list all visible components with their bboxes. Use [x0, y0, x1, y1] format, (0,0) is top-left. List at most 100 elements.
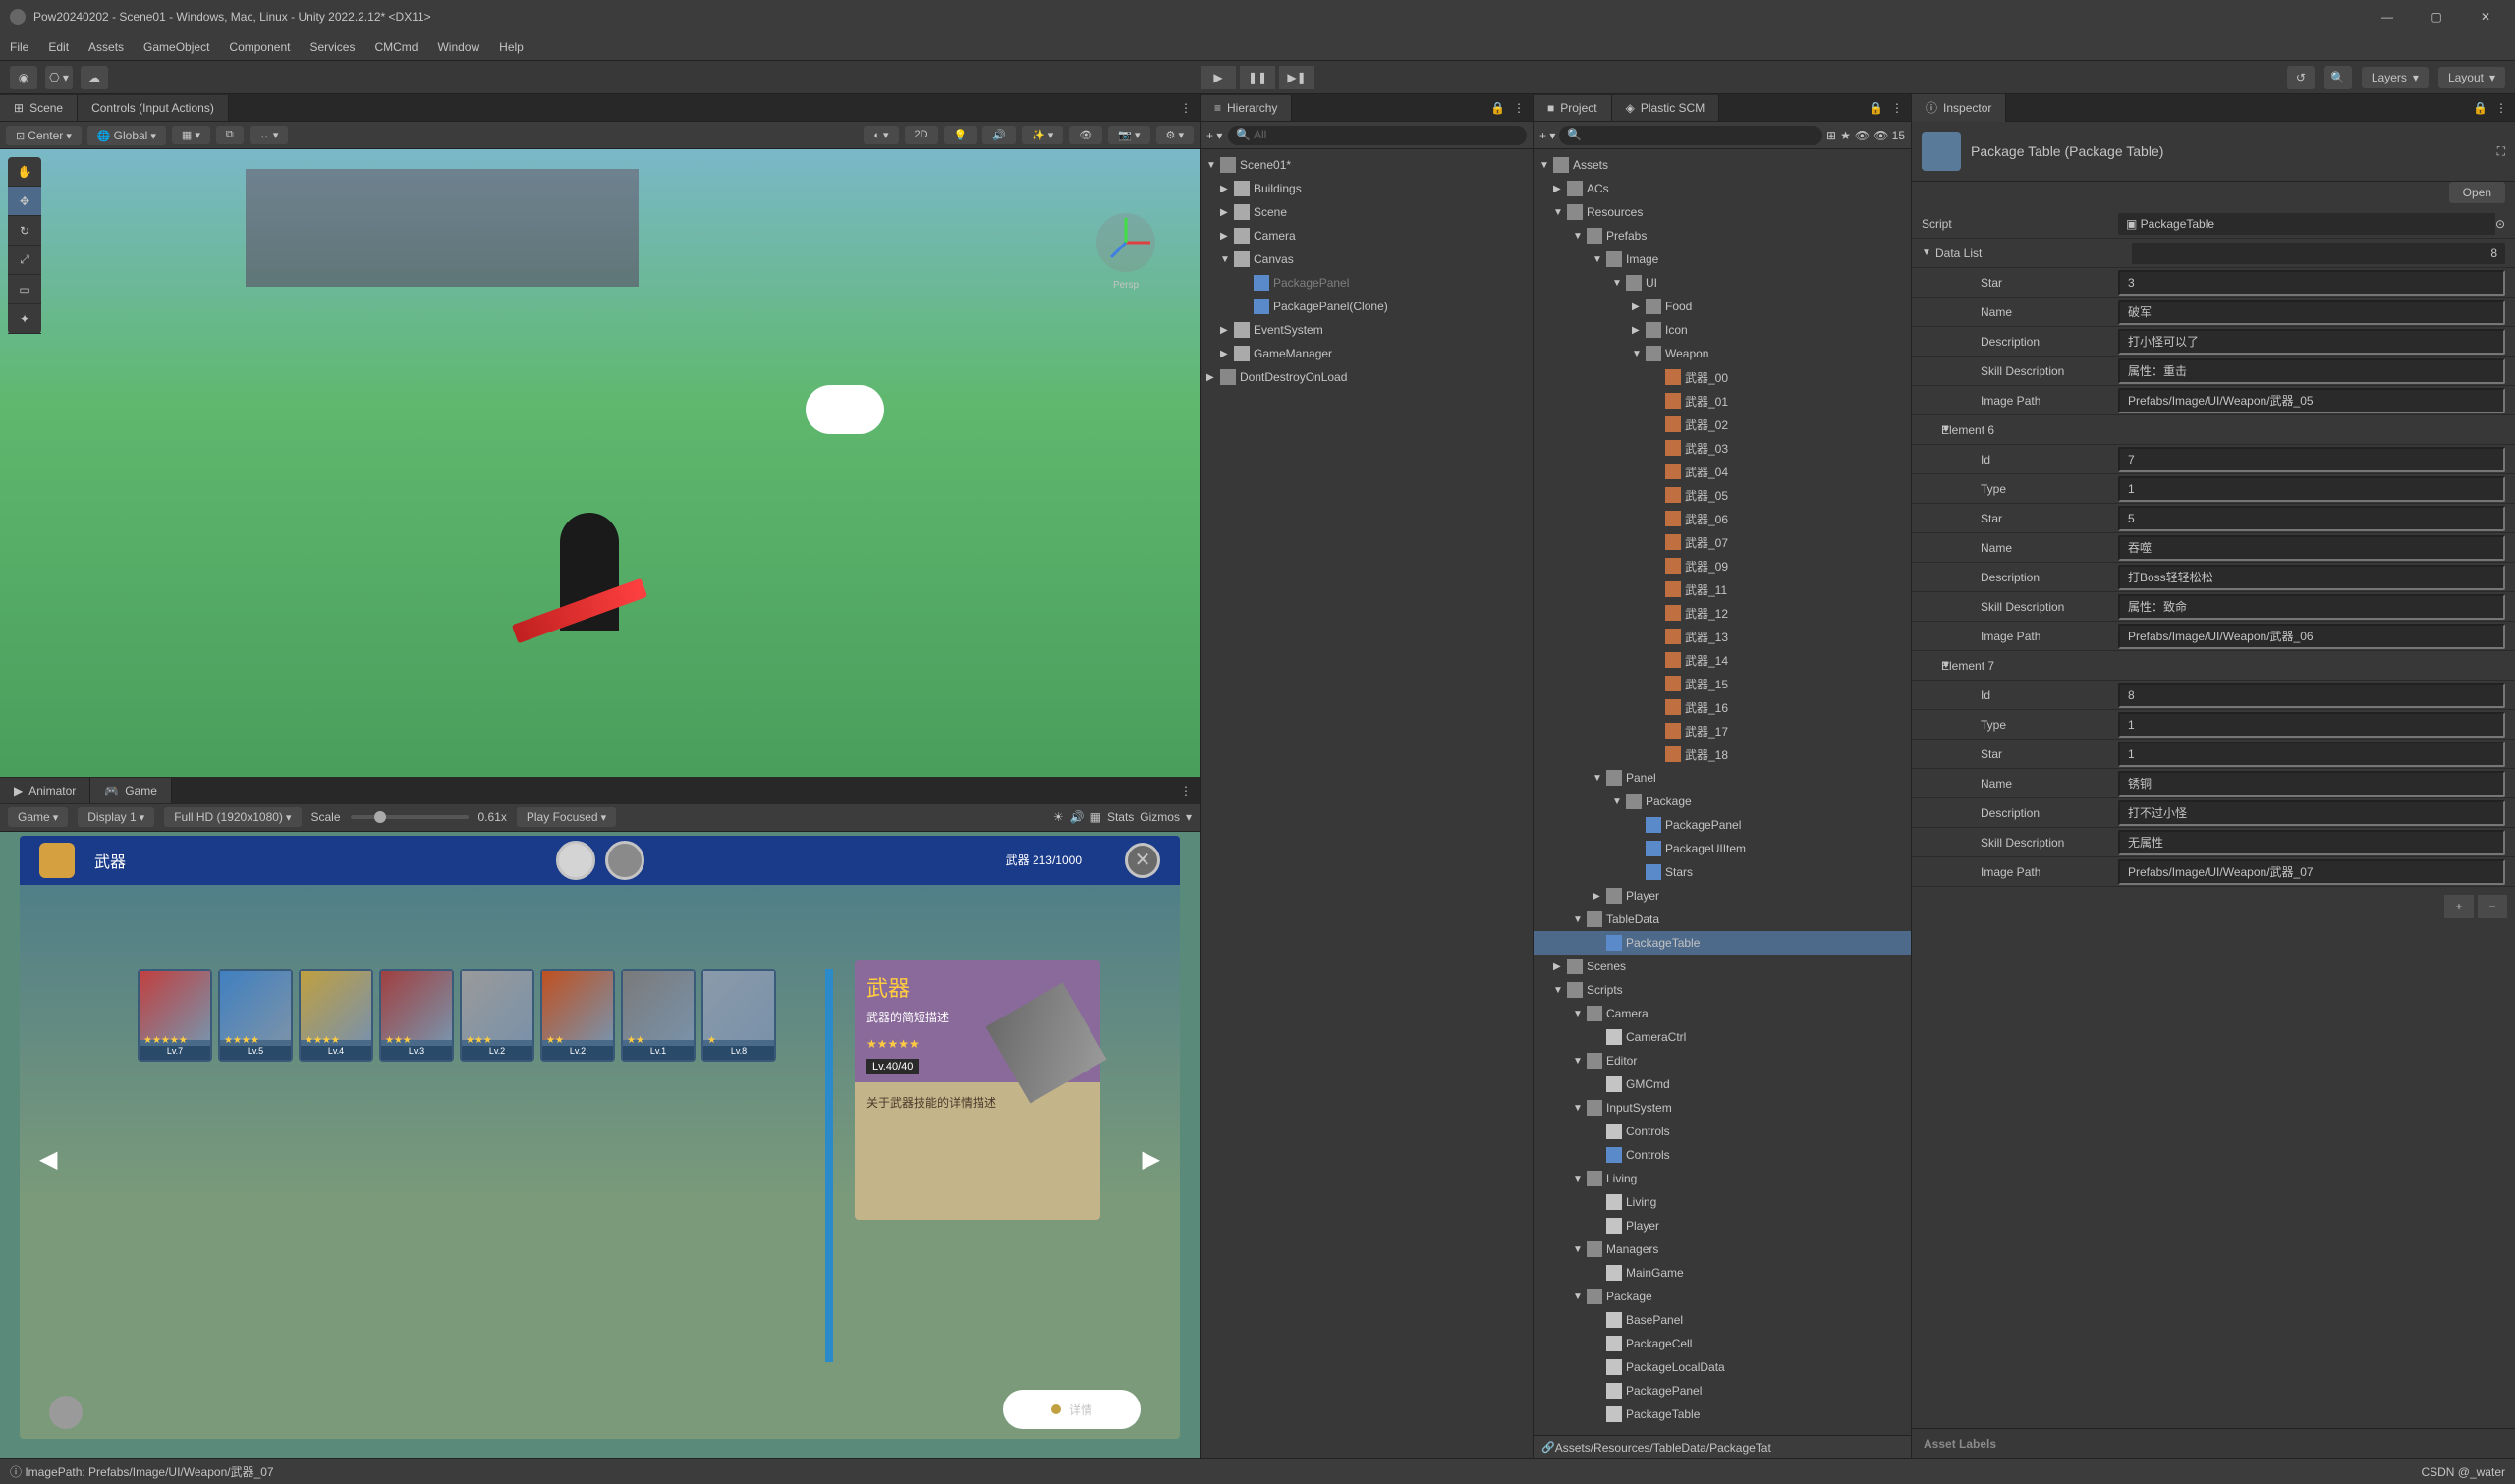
project-item[interactable]: CameraCtrl — [1534, 1025, 1911, 1049]
expand-arrow-icon[interactable]: ▶ — [1220, 325, 1234, 336]
project-item[interactable]: ▼Image — [1534, 247, 1911, 271]
food-category-icon[interactable] — [605, 841, 644, 880]
property-field[interactable] — [2118, 742, 2505, 767]
prev-arrow-icon[interactable]: ◀ — [39, 1145, 57, 1174]
project-item[interactable]: 武器_01 — [1534, 389, 1911, 412]
menu-cmcmd[interactable]: CMCmd — [374, 40, 418, 54]
display-dropdown[interactable]: Display 1 ▾ — [78, 807, 154, 827]
expand-arrow-icon[interactable]: ▼ — [1553, 985, 1567, 996]
foldout-arrow-icon[interactable]: ▼ — [1922, 424, 1941, 435]
expand-arrow-icon[interactable]: ▶ — [1553, 962, 1567, 972]
tab-options-icon[interactable]: ⋮ — [1172, 101, 1200, 115]
project-item[interactable]: 武器_00 — [1534, 365, 1911, 389]
hierarchy-item[interactable]: ▶DontDestroyOnLoad — [1201, 365, 1533, 389]
weapon-slot[interactable]: ★★★★Lv.4 — [299, 969, 373, 1062]
project-item[interactable]: 武器_05 — [1534, 483, 1911, 507]
resolution-dropdown[interactable]: Full HD (1920x1080) ▾ — [164, 807, 301, 827]
hidden-icon[interactable]: 👁 — [1069, 126, 1102, 144]
menu-assets[interactable]: Assets — [88, 40, 124, 54]
project-item[interactable]: 武器_16 — [1534, 695, 1911, 719]
expand-arrow-icon[interactable]: ▶ — [1220, 349, 1234, 359]
scale-slider[interactable] — [351, 815, 469, 819]
inspector-options-icon[interactable]: ⋮ — [2495, 101, 2507, 115]
project-search[interactable]: 🔍 — [1559, 126, 1822, 145]
expand-arrow-icon[interactable]: ▶ — [1593, 891, 1606, 902]
project-item[interactable]: 武器_17 — [1534, 719, 1911, 742]
close-button[interactable]: ✕ — [2476, 7, 2495, 27]
project-item[interactable]: PackagePanel — [1534, 1379, 1911, 1402]
weapon-slot[interactable]: ★★Lv.2 — [540, 969, 615, 1062]
project-item[interactable]: 武器_02 — [1534, 412, 1911, 436]
animator-tab[interactable]: ▶ Animator — [0, 778, 90, 803]
project-item[interactable]: Controls — [1534, 1143, 1911, 1167]
lighting-icon[interactable]: 💡 — [944, 126, 978, 144]
expand-arrow-icon[interactable]: ▶ — [1220, 207, 1234, 218]
weapon-slot[interactable]: ★Lv.8 — [701, 969, 776, 1062]
project-item[interactable]: ▶Scenes — [1534, 955, 1911, 978]
add-element-button[interactable]: + — [2444, 895, 2474, 918]
increment-icon[interactable]: ↔ ▾ — [250, 126, 289, 144]
game-tab[interactable]: 🎮 Game — [90, 778, 172, 803]
trash-button[interactable] — [49, 1396, 83, 1429]
project-item[interactable]: ▼Resources — [1534, 200, 1911, 224]
scene-tab[interactable]: ⊞ Scene — [0, 95, 78, 121]
weapon-slot[interactable]: ★★★Lv.2 — [460, 969, 534, 1062]
persp-label[interactable]: Persp — [1091, 280, 1160, 291]
hierarchy-lock-icon[interactable]: 🔒 — [1490, 101, 1505, 115]
project-item[interactable]: ▼Package — [1534, 790, 1911, 813]
scene-view[interactable]: ✋ ✥ ↻ ⤢ ▭ ✦ Persp — [0, 149, 1200, 777]
menu-component[interactable]: Component — [229, 40, 290, 54]
controls-tab[interactable]: Controls (Input Actions) — [78, 95, 229, 121]
expand-arrow-icon[interactable]: ▼ — [1573, 1244, 1587, 1255]
hierarchy-item[interactable]: ▶GameManager — [1201, 342, 1533, 365]
close-panel-button[interactable]: ✕ — [1125, 843, 1160, 878]
project-item[interactable]: ▶Icon — [1534, 318, 1911, 342]
weapon-slot[interactable]: ★★Lv.1 — [621, 969, 696, 1062]
expand-arrow-icon[interactable]: ▼ — [1593, 773, 1606, 784]
expand-arrow-icon[interactable]: ▶ — [1553, 184, 1567, 194]
favorite-icon[interactable]: ★ — [1840, 129, 1851, 142]
list-size-field[interactable]: 8 — [2132, 243, 2505, 264]
step-button[interactable]: ▶❚ — [1279, 66, 1314, 89]
weapon-category-icon[interactable] — [556, 841, 595, 880]
grid-icon[interactable]: ▦ ▾ — [172, 126, 210, 144]
project-item[interactable]: ▼TableData — [1534, 907, 1911, 931]
pivot-dropdown[interactable]: ⊡ Center ▾ — [6, 126, 82, 145]
project-item[interactable]: 武器_06 — [1534, 507, 1911, 530]
expand-arrow-icon[interactable]: ▼ — [1612, 278, 1626, 289]
project-item[interactable]: Player — [1534, 1214, 1911, 1237]
expand-arrow-icon[interactable]: ▼ — [1573, 231, 1587, 242]
hierarchy-item[interactable]: PackagePanel(Clone) — [1201, 295, 1533, 318]
expand-arrow-icon[interactable]: ▼ — [1573, 1009, 1587, 1019]
property-field[interactable] — [2118, 447, 2505, 472]
project-item[interactable]: Controls — [1534, 1120, 1911, 1143]
weapon-slot[interactable]: ★★★★★Lv.7 — [138, 969, 212, 1062]
scroll-indicator[interactable] — [825, 969, 833, 1362]
stats-toggle[interactable]: Stats — [1107, 810, 1134, 824]
menu-file[interactable]: File — [10, 40, 28, 54]
project-item[interactable]: Stars — [1534, 860, 1911, 884]
maximize-button[interactable]: ▢ — [2427, 7, 2446, 27]
mute-icon[interactable]: ☀ — [1053, 810, 1064, 824]
orientation-gizmo[interactable]: Persp — [1091, 208, 1160, 277]
project-item[interactable]: PackageLocalData — [1534, 1355, 1911, 1379]
hierarchy-item[interactable]: ▶Camera — [1201, 224, 1533, 247]
hand-tool[interactable]: ✋ — [8, 157, 41, 187]
gizmos-toggle[interactable]: Gizmos — [1140, 810, 1180, 824]
bag-icon[interactable] — [39, 843, 75, 878]
visibility-icon[interactable]: 👁 — [1855, 129, 1870, 142]
hierarchy-search[interactable]: 🔍 All — [1228, 126, 1527, 145]
property-field[interactable] — [2118, 535, 2505, 561]
filter-icon[interactable]: ⊞ — [1826, 129, 1836, 142]
camera-icon[interactable]: 📷 ▾ — [1108, 126, 1149, 144]
expand-arrow-icon[interactable]: ▶ — [1206, 372, 1220, 383]
property-field[interactable] — [2118, 358, 2505, 384]
transform-tool[interactable]: ✦ — [8, 304, 41, 334]
detail-button[interactable]: 详情 — [1003, 1390, 1141, 1429]
vsync-icon[interactable]: 🔊 — [1070, 810, 1085, 824]
undo-history-icon[interactable]: ↺ — [2287, 66, 2315, 89]
project-item[interactable]: ▼Assets — [1534, 153, 1911, 177]
hierarchy-item[interactable]: ▶EventSystem — [1201, 318, 1533, 342]
script-field[interactable]: ▣ PackageTable — [2118, 213, 2495, 235]
project-create-dropdown[interactable]: + ▾ — [1539, 129, 1555, 142]
